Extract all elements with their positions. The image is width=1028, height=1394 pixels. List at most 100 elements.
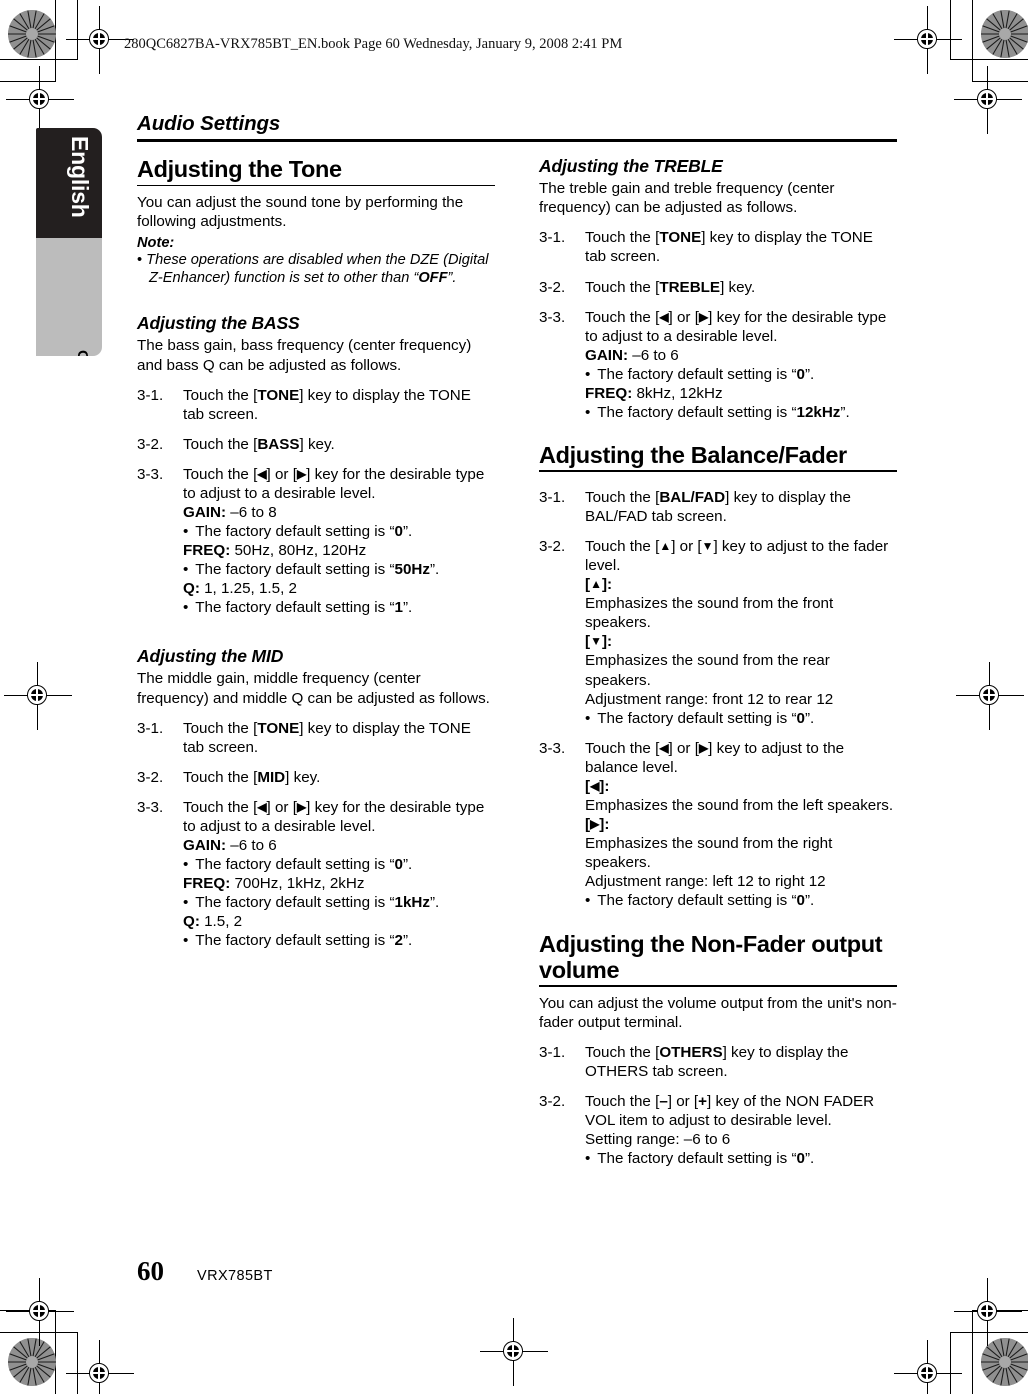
default-post: ”. [804,709,815,727]
bass-step-3: 3-3. Touch the [◀] or [▶] key for the des… [137,465,495,618]
fader-front-description: Emphasizes the sound from the front spea… [585,595,834,632]
default-post: ”. [840,403,850,421]
step-text-mid: ] or [ [667,1092,699,1110]
step-number: 3-3. [539,739,566,757]
step-number: 3-3. [137,798,164,816]
default-post: ”. [429,894,440,912]
default-value: 0 [796,892,805,910]
heading-adjusting-non-fader: Adjusting the Non-Fader output volume [539,930,883,983]
tone-intro: You can adjust the sound tone by perform… [137,194,464,231]
non-fader-setting-range: Setting range: –6 to 6 [585,1131,731,1149]
step-number: 3-1. [137,386,164,404]
param-value-gain: –6 to 8 [226,504,277,522]
step-key-label: TONE [257,719,300,737]
treble-intro: The treble gain and treble frequency (ce… [539,180,835,217]
step-key-label: MID [257,768,286,786]
step-text-pre: Touch the [ [183,465,258,483]
param-label-gain: GAIN: [183,504,227,522]
default-value: 0 [796,365,805,383]
registration-mark-bottom-right-inner [954,1278,1022,1346]
fader-adjustment-range: Adjustment range: front 12 to rear 12 [585,690,834,708]
heading-adjusting-tone: Adjusting the Tone [137,156,342,183]
starburst-target-top-right [981,10,1028,58]
page-content: Audio Settings Adjusting the Tone You ca… [137,112,897,1167]
param-default-q: • The factory default setting is “2”. [183,931,495,950]
registration-mark-bottom-right [894,1340,962,1394]
non-fader-step-2: 3-2. Touch the [–] or [+] key of the NON … [539,1092,897,1168]
step-text-mid: ] or [ [266,798,297,816]
key-up-bracket-close: ]: [601,576,613,594]
document-page: 280QC6827BA-VRX785BT_EN.book Page 60 Wed… [0,0,1028,1394]
bullet-glyph: • [183,932,192,950]
step-number: 3-2. [137,768,164,786]
default-pre: The factory default setting is “ [597,892,797,910]
default-post: ”. [429,561,440,579]
param-label-gain: GAIN: [183,837,227,855]
page-title: Audio Settings [137,112,281,135]
param-value-gain: –6 to 6 [628,346,679,364]
registration-mark-bottom-left-inner [6,1278,74,1346]
step-key-label: TONE [257,386,300,404]
balance-left-description: Emphasizes the sound from the left speak… [585,797,894,815]
step-text-pre: Touch the [ [183,435,258,453]
param-default-q: • The factory default setting is “1”. [183,598,495,617]
step-text-pre: Touch the [ [585,739,660,757]
param-label-q: Q: [183,580,200,598]
param-label-freq: FREQ: [183,875,231,893]
step-number: 3-3. [137,465,164,483]
treble-step-3: 3-3. Touch the [◀] or [▶] key for the des… [539,308,897,422]
step-text-pre: Touch the [ [183,768,258,786]
starburst-target-bottom-left [8,1338,56,1386]
param-value-freq: 8kHz, 12kHz [632,384,723,402]
balance-adjustment-range: Emphasizes the sound from the right spea… [585,835,833,872]
tone-note-text-part2: ”. [447,270,457,287]
side-tab-manual-band: Owner's manual [36,238,102,356]
mid-intro: The middle gain, middle frequency (cente… [137,670,490,707]
left-column: Adjusting the Tone You can adjust the so… [137,156,495,961]
balance-fader-step-2: 3-2. Touch the [▲] or [▼] key to adjust t… [539,537,897,728]
bullet-glyph: • [585,709,594,727]
bullet-glyph: • [585,365,594,383]
step-text-pre: Touch the [ [585,488,660,506]
param-value-q: 1.5, 2 [199,913,243,931]
step-text-pre: Touch the [ [585,538,660,556]
right-column: Adjusting the TREBLE The treble gain and… [539,156,897,1179]
heading-adjusting-bass: Adjusting the BASS [137,313,300,334]
bass-intro: The bass gain, bass frequency (center fr… [137,337,472,374]
arrow-up-icon: ▲ [659,539,672,554]
default-value: 50Hz [394,561,430,579]
heading-rule-balance-fader [539,470,897,472]
arrow-left-icon: ◀ [257,799,267,814]
default-post: ”. [804,892,815,910]
default-pre: The factory default setting is “ [597,1150,797,1168]
balance-fader-step-1: 3-1. Touch the [BAL/FAD] key to display t… [539,488,897,526]
step-number: 3-1. [539,488,566,506]
bullet-glyph: • [585,892,594,910]
step-text-post: ] key. [720,278,756,296]
bullet-glyph: • [183,894,192,912]
side-tab-manual-label: Owner's manual [74,350,91,356]
default-value: 12kHz [796,403,841,421]
param-value-gain: –6 to 6 [226,837,277,855]
key-left-bracket-close: ]: [599,777,610,795]
non-fader-step-1: 3-1. Touch the [OTHERS] key to display th… [539,1043,897,1081]
registration-mark-mid-left [4,662,72,730]
model-name: VRX785BT [197,1268,273,1284]
mid-step-2: 3-2. Touch the [MID] key. [137,768,495,787]
registration-mark-top-left [66,6,134,74]
default-value: 1 [394,599,403,617]
arrow-down-icon: ▼ [590,634,602,649]
fader-default: • The factory default setting is “0”. [585,709,897,728]
page-footer: 60 VRX785BT [137,1258,273,1285]
step-number: 3-2. [539,538,566,556]
registration-mark-mid-right [956,662,1024,730]
arrow-left-icon: ◀ [590,778,600,793]
default-post: ”. [804,1150,815,1168]
bullet-glyph: • [585,1150,594,1168]
treble-step-2: 3-2. Touch the [TREBLE] key. [539,278,897,297]
param-value-q: 1, 1.25, 1.5, 2 [199,580,297,598]
step-text-post: ] key. [285,768,321,786]
book-file-header: 280QC6827BA-VRX785BT_EN.book Page 60 Wed… [124,36,623,52]
